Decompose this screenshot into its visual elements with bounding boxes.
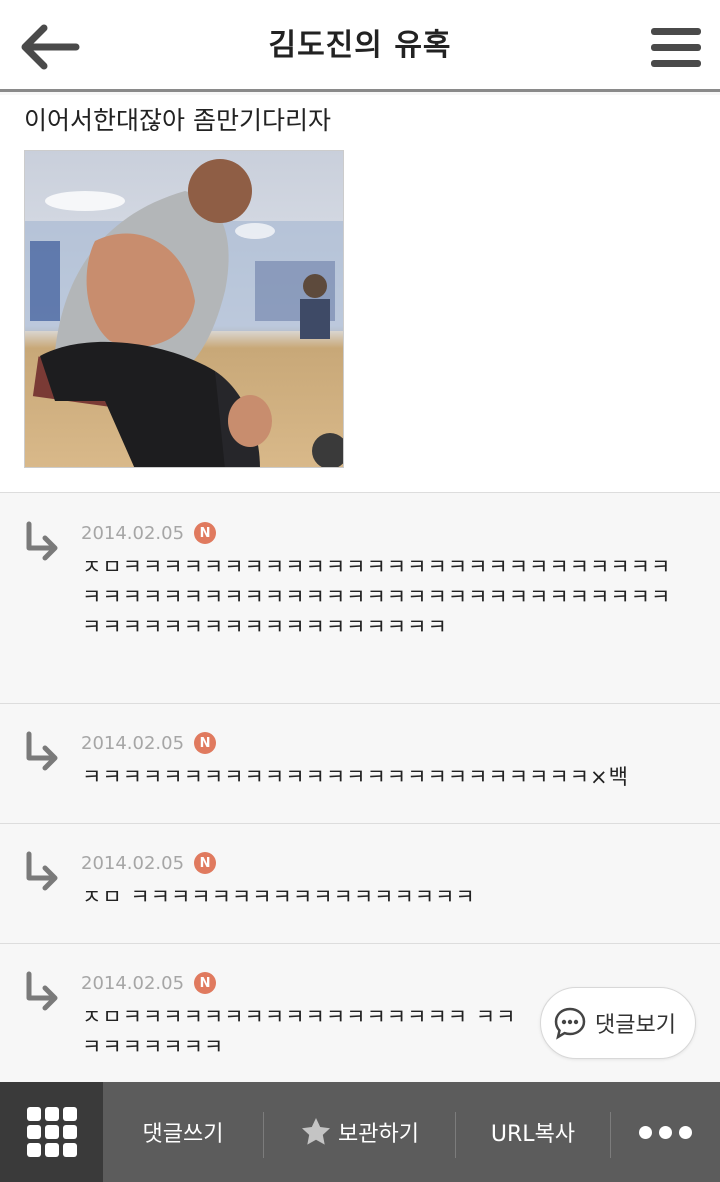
comment-text: ㅈㅁㅋㅋㅋㅋㅋㅋㅋㅋㅋㅋㅋㅋㅋㅋㅋㅋㅋ ㅋㅋㅋㅋㅋㅋㅋㅋㅋ xyxy=(82,1005,517,1059)
new-badge: N xyxy=(194,972,217,994)
star-icon xyxy=(302,1118,331,1145)
write-comment-label: 댓글쓰기 xyxy=(142,1122,224,1147)
view-comments-button[interactable]: 댓글보기 xyxy=(540,987,696,1059)
reply-arrow-icon xyxy=(26,851,58,891)
post-body: 이어서한대잖아 좀만기다리자 xyxy=(0,95,720,493)
save-button[interactable]: 보관하기 xyxy=(264,1082,455,1182)
comment-item: 2014.02.05 N ㅈㅁㅋㅋㅋㅋㅋㅋㅋㅋㅋㅋㅋㅋㅋㅋㅋㅋㅋㅋㅋㅋㅋㅋㅋㅋㅋ… xyxy=(0,494,720,704)
comment-item: 2014.02.05 N ㅈㅁ ㅋㅋㅋㅋㅋㅋㅋㅋㅋㅋㅋㅋㅋㅋㅋㅋㅋ xyxy=(0,824,720,944)
comment-date: 2014.02.05 xyxy=(81,522,185,544)
post-text: 이어서한대잖아 좀만기다리자 xyxy=(24,106,331,135)
post-photo[interactable] xyxy=(24,150,344,468)
view-comments-label: 댓글보기 xyxy=(595,1013,676,1038)
gym-photo-image xyxy=(25,151,343,467)
new-badge: N xyxy=(194,732,217,754)
new-badge: N xyxy=(194,522,217,544)
comment-text: ㅈㅁ ㅋㅋㅋㅋㅋㅋㅋㅋㅋㅋㅋㅋㅋㅋㅋㅋㅋ xyxy=(82,885,476,909)
page-title: 김도진의 유혹 xyxy=(268,28,452,63)
new-badge: N xyxy=(194,852,217,874)
reply-arrow-icon xyxy=(26,521,58,561)
back-arrow-icon xyxy=(21,24,80,70)
app-header: 김도진의 유혹 xyxy=(0,0,720,92)
comment-text: ㅋㅋㅋㅋㅋㅋㅋㅋㅋㅋㅋㅋㅋㅋㅋㅋㅋㅋㅋㅋㅋㅋㅋㅋㅋ×백 xyxy=(82,765,629,789)
grid-menu-icon xyxy=(26,1107,77,1157)
comment-date: 2014.02.05 xyxy=(81,852,185,874)
more-dots-icon xyxy=(639,1125,692,1139)
comment-date: 2014.02.05 xyxy=(81,972,185,994)
comment-date: 2014.02.05 xyxy=(81,732,185,754)
bottom-toolbar: 댓글쓰기 보관하기 URL복사 xyxy=(0,1082,720,1182)
comment-text: ㅈㅁㅋㅋㅋㅋㅋㅋㅋㅋㅋㅋㅋㅋㅋㅋㅋㅋㅋㅋㅋㅋㅋㅋㅋㅋㅋㅋㅋㅋㅋㅋㅋㅋㅋㅋㅋㅋㅋㅋ… xyxy=(82,555,672,639)
copy-url-label: URL복사 xyxy=(490,1122,576,1147)
chat-bubble-icon xyxy=(554,1007,586,1040)
hamburger-menu-icon xyxy=(651,27,701,35)
back-button[interactable] xyxy=(14,18,84,76)
write-comment-button[interactable]: 댓글쓰기 xyxy=(103,1082,263,1182)
more-button[interactable] xyxy=(611,1082,720,1182)
reply-arrow-icon xyxy=(26,971,58,1011)
menu-button[interactable] xyxy=(646,18,706,76)
reply-arrow-icon xyxy=(26,731,58,771)
copy-url-button[interactable]: URL복사 xyxy=(456,1082,610,1182)
save-label: 보관하기 xyxy=(338,1122,419,1147)
grid-menu-button[interactable] xyxy=(0,1082,103,1182)
comment-item: 2014.02.05 N ㅋㅋㅋㅋㅋㅋㅋㅋㅋㅋㅋㅋㅋㅋㅋㅋㅋㅋㅋㅋㅋㅋㅋㅋㅋ×백 xyxy=(0,704,720,824)
